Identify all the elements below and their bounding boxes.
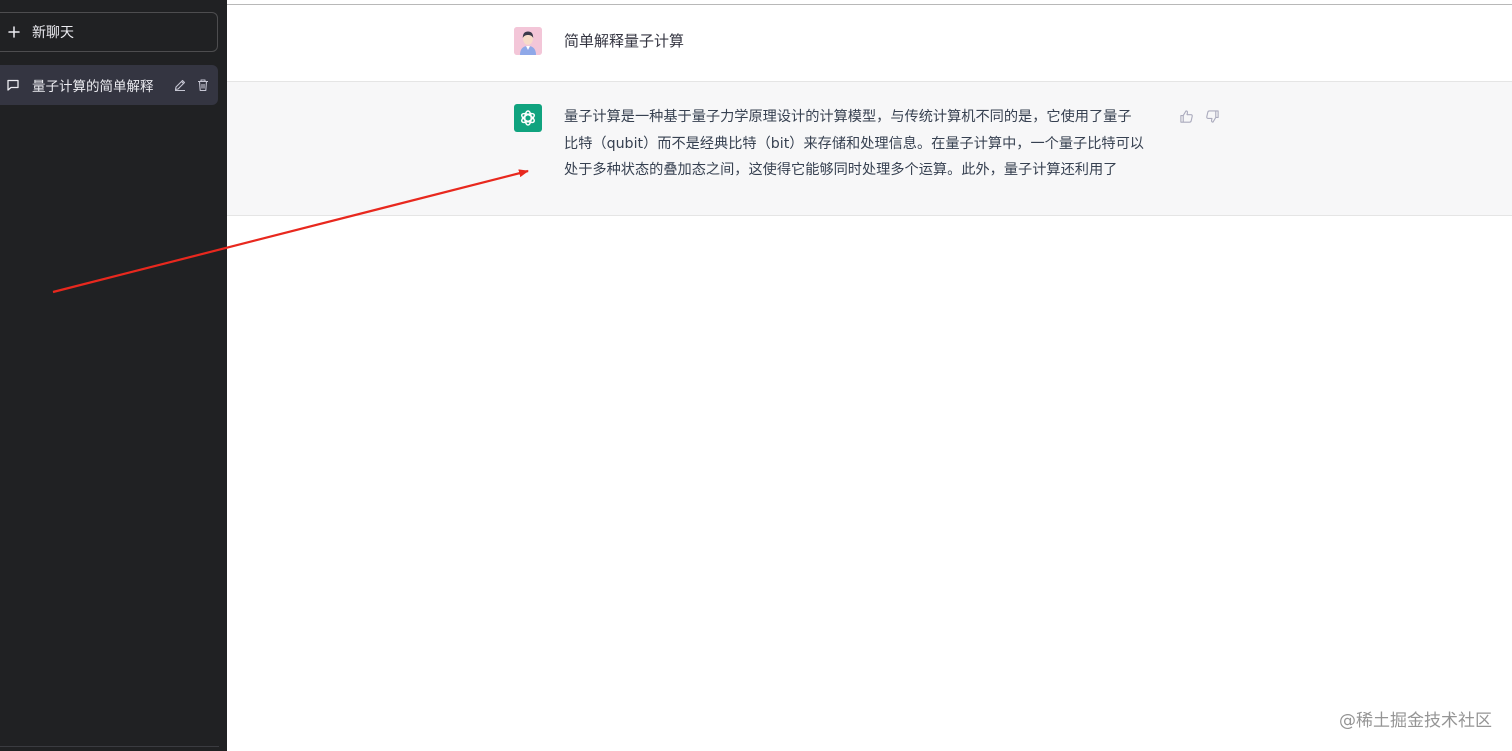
- conversation-title: 量子计算的简单解释: [32, 79, 154, 95]
- trash-icon[interactable]: [195, 77, 211, 93]
- conversation-item[interactable]: 量子计算的简单解释: [0, 65, 218, 105]
- assistant-line: 比特（qubit）而不是经典比特（bit）来存储和处理信息。在量子计算中，一个量…: [564, 135, 1144, 152]
- thumbs-up-icon[interactable]: [1177, 107, 1195, 125]
- thumbs-down-icon[interactable]: [1203, 107, 1221, 125]
- new-chat-label: 新聊天: [32, 25, 74, 41]
- user-message-row: 简单解释量子计算: [227, 5, 1512, 82]
- sidebar: 新聊天 量子计算的简单解释: [0, 0, 227, 751]
- assistant-line: 量子计算是一种基于量子力学原理设计的计算模型，与传统计算机不同的是，它使用了量子: [564, 109, 1132, 125]
- assistant-line: 处于多种状态的叠加态之间，这使得它能够同时处理多个运算。此外，量子计算还利用了: [564, 162, 1118, 178]
- app-window: 新聊天 量子计算的简单解释 简单解释量子计算 量子计算是一种基于量子力学原理设计…: [0, 0, 1512, 751]
- new-chat-button[interactable]: 新聊天: [0, 12, 218, 52]
- openai-logo-icon: [514, 104, 542, 132]
- assistant-message-row: 量子计算是一种基于量子力学原理设计的计算模型，与传统计算机不同的是，它使用了量子…: [227, 82, 1512, 216]
- chat-main: 简单解释量子计算 量子计算是一种基于量子力学原理设计的计算模型，与传统计算机不同…: [227, 0, 1512, 751]
- plus-icon: [8, 26, 20, 38]
- watermark: @稀土掘金技术社区: [1339, 711, 1492, 731]
- pencil-icon[interactable]: [172, 77, 188, 93]
- user-avatar-icon: [514, 27, 542, 55]
- sidebar-divider: [0, 746, 219, 747]
- user-message-text: 简单解释量子计算: [564, 32, 685, 50]
- assistant-message-text: 量子计算是一种基于量子力学原理设计的计算模型，与传统计算机不同的是，它使用了量子…: [564, 104, 1174, 184]
- chat-bubble-icon: [6, 78, 20, 92]
